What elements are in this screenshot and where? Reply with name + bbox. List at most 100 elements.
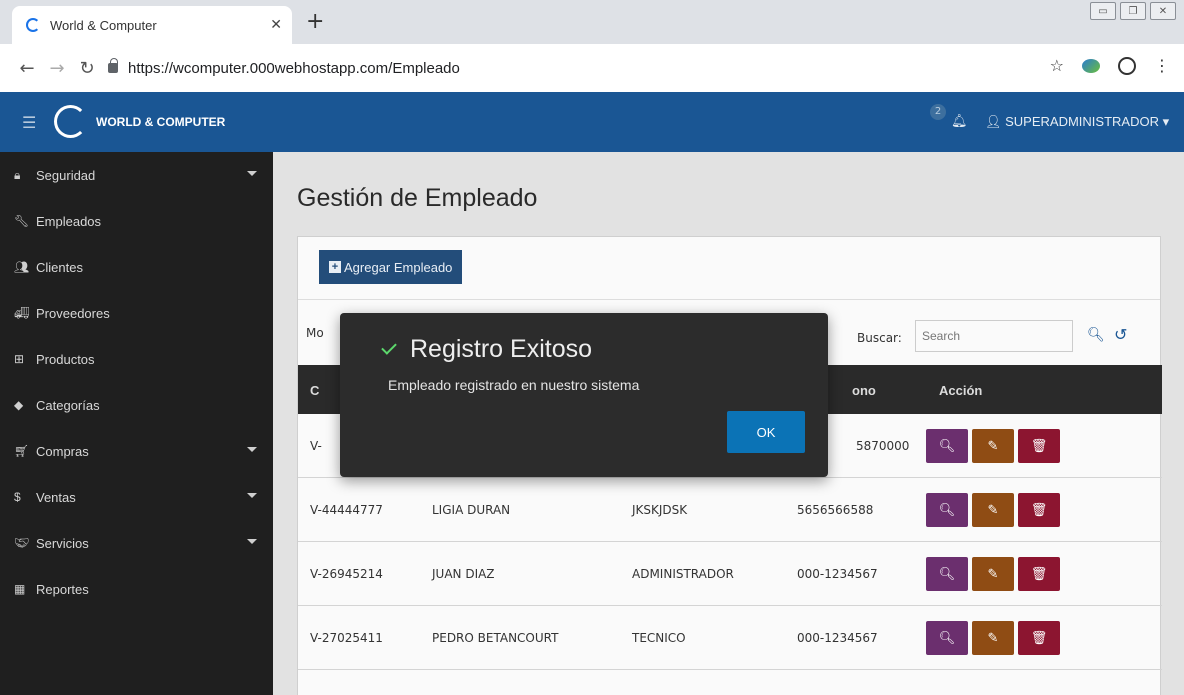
sidebar-item-label: Empleados — [36, 213, 102, 229]
table-row: V-26945214 JUAN DIAZ ADMINISTRADOR 000-1… — [298, 542, 1162, 606]
sidebar-item-label: Clientes — [36, 259, 83, 275]
add-employee-label: Agregar Empleado — [344, 259, 453, 275]
tag-icon: ◆ — [14, 398, 24, 412]
sidebar-item-label: Proveedores — [36, 305, 110, 321]
sidebar-item-seguridad[interactable]: 🔒︎ Seguridad — [0, 152, 273, 198]
new-tab-button[interactable]: + — [306, 11, 324, 33]
delete-button[interactable]: 🗑︎ — [1018, 557, 1060, 591]
edit-button[interactable]: ✎ — [972, 557, 1014, 591]
delete-button[interactable]: 🗑︎ — [1018, 429, 1060, 463]
address-bar: ← → ↻ https://wcomputer.000webhostapp.co… — [0, 44, 1184, 92]
notification-badge: 2 — [930, 104, 946, 120]
reload-icon[interactable]: ↻ — [72, 58, 102, 79]
bell-icon[interactable]: 🔔︎ — [951, 114, 968, 129]
search-label: Buscar: — [857, 331, 902, 345]
view-button[interactable]: 🔍︎ — [926, 557, 968, 591]
tab-title: World & Computer — [50, 17, 157, 33]
cell-telefono: 000-1234567 — [797, 567, 878, 581]
edit-button[interactable]: ✎ — [972, 621, 1014, 655]
view-button[interactable]: 🔍︎ — [926, 493, 968, 527]
column-header-accion: Acción — [939, 383, 983, 398]
plus-icon: + — [329, 261, 341, 273]
sidebar: 🔒︎ Seguridad 🔧︎ Empleados 👥︎ Clientes 🚚︎ Pro… — [0, 152, 273, 695]
handshake-icon: 🤝︎ — [14, 536, 30, 550]
caret-down-icon — [247, 493, 257, 498]
window-controls: ▭ ❐ ✕ — [1090, 2, 1176, 20]
site-favicon-icon — [26, 18, 40, 32]
cart-icon: 🛒︎ — [14, 444, 30, 458]
sidebar-item-label: Reportes — [36, 581, 89, 597]
modal-title-text: Registro Exitoso — [410, 335, 593, 363]
close-window-icon[interactable]: ✕ — [1150, 2, 1176, 20]
search-icon[interactable]: 🔍︎ — [1087, 327, 1105, 343]
add-employee-button[interactable]: + Agregar Empleado — [319, 250, 463, 284]
cell-nombre: LIGIA DURAN — [432, 503, 511, 517]
sidebar-item-label: Ventas — [36, 489, 76, 505]
menu-dots-icon[interactable]: ⋮ — [1154, 56, 1170, 75]
table-row: V-27025411 PEDRO BETANCOURT TECNICO 000-… — [298, 606, 1162, 670]
tab-close-icon[interactable]: ✕ — [270, 17, 282, 33]
profile-icon[interactable] — [1118, 56, 1136, 75]
cell-cedula: V-44444777 — [310, 503, 383, 517]
cell-nombre: PEDRO BETANCOURT — [432, 631, 559, 645]
brand-name: WORLD & COMPUTER — [96, 115, 226, 129]
sidebar-item-servicios[interactable]: 🤝︎ Servicios — [0, 520, 273, 566]
check-icon — [381, 338, 397, 355]
caret-down-icon — [247, 539, 257, 544]
sidebar-item-productos[interactable]: ⊞ Productos — [0, 336, 273, 382]
table-row: V-44444777 LIGIA DURAN JKSKJDSK 56565665… — [298, 478, 1162, 542]
ok-button[interactable]: OK — [727, 411, 805, 453]
url-field[interactable]: https://wcomputer.000webhostapp.com/Empl… — [108, 58, 460, 77]
cell-cedula: V- — [310, 439, 322, 453]
dollar-icon: $ — [14, 490, 21, 504]
star-icon[interactable]: ☆ — [1050, 56, 1064, 75]
sidebar-item-clientes[interactable]: 👥︎ Clientes — [0, 244, 273, 290]
user-menu[interactable]: 👤︎ SUPERADMINISTRADOR ▾ — [985, 114, 1169, 130]
cell-telefono: 000-1234567 — [797, 631, 878, 645]
sitemap-icon: ⊞ — [14, 352, 25, 366]
column-header-telefono[interactable]: ono — [852, 383, 876, 398]
cell-cedula: V-26945214 — [310, 567, 383, 581]
show-entries-label: Mo — [306, 326, 324, 340]
cell-nombre: JUAN DIAZ — [432, 567, 495, 581]
lock-icon: 🔒︎ — [14, 167, 21, 182]
forward-arrow-icon[interactable]: → — [42, 58, 72, 79]
truck-icon: 🚚︎ — [14, 306, 30, 320]
cell-telefono: 5870000 — [856, 439, 910, 453]
cell-cargo: JKSKJDSK — [632, 503, 688, 517]
cell-telefono: 5656566588 — [797, 503, 874, 517]
edit-button[interactable]: ✎ — [972, 429, 1014, 463]
back-arrow-icon[interactable]: ← — [12, 58, 42, 79]
refresh-icon[interactable]: ↺ — [1114, 325, 1127, 344]
sidebar-item-empleados[interactable]: 🔧︎ Empleados — [0, 198, 273, 244]
sidebar-item-ventas[interactable]: $ Ventas — [0, 474, 273, 520]
minimize-icon[interactable]: ▭ — [1090, 2, 1116, 20]
extension-icon[interactable] — [1082, 58, 1100, 73]
browser-tab[interactable]: World & Computer ✕ — [12, 6, 292, 44]
column-header-cedula[interactable]: C — [310, 383, 319, 398]
user-name: SUPERADMINISTRADOR ▾ — [1005, 114, 1170, 129]
caret-down-icon — [247, 447, 257, 452]
sidebar-item-label: Productos — [36, 351, 95, 367]
browser-tab-bar: World & Computer ✕ + ▭ ❐ ✕ — [0, 0, 1184, 44]
search-input[interactable] — [915, 320, 1073, 352]
cell-cargo: TECNICO — [632, 631, 686, 645]
sidebar-item-label: Servicios — [36, 535, 89, 551]
modal-title: Registro Exitoso — [381, 335, 593, 364]
sidebar-item-categorias[interactable]: ◆ Categorías — [0, 382, 273, 428]
sidebar-item-label: Categorías — [36, 397, 100, 413]
delete-button[interactable]: 🗑︎ — [1018, 493, 1060, 527]
delete-button[interactable]: 🗑︎ — [1018, 621, 1060, 655]
sidebar-item-compras[interactable]: 🛒︎ Compras — [0, 428, 273, 474]
restore-icon[interactable]: ❐ — [1120, 2, 1146, 20]
caret-down-icon — [247, 171, 257, 176]
view-button[interactable]: 🔍︎ — [926, 429, 968, 463]
hamburger-icon[interactable]: ☰ — [22, 113, 36, 132]
sidebar-item-proveedores[interactable]: 🚚︎ Proveedores — [0, 290, 273, 336]
sidebar-item-label: Compras — [36, 443, 89, 459]
sidebar-item-reportes[interactable]: ▦ Reportes — [0, 566, 273, 612]
success-modal: Registro Exitoso Empleado registrado en … — [340, 313, 828, 477]
users-icon: 👥︎ — [14, 260, 30, 274]
edit-button[interactable]: ✎ — [972, 493, 1014, 527]
view-button[interactable]: 🔍︎ — [926, 621, 968, 655]
